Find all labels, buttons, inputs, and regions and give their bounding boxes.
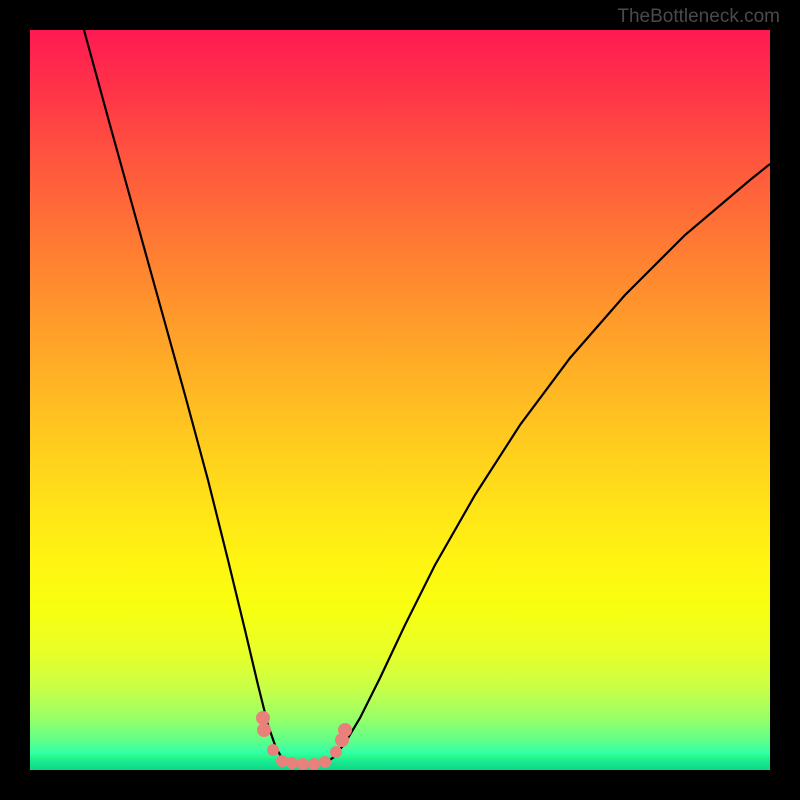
watermark-text: TheBottleneck.com [617, 6, 780, 28]
chart-data-point [257, 723, 271, 737]
chart-dots-container [30, 30, 770, 770]
chart-data-point [338, 723, 352, 737]
chart-data-point [330, 746, 342, 758]
chart-data-point [319, 756, 331, 768]
chart-data-point [267, 744, 279, 756]
chart-plot-area [30, 30, 770, 770]
